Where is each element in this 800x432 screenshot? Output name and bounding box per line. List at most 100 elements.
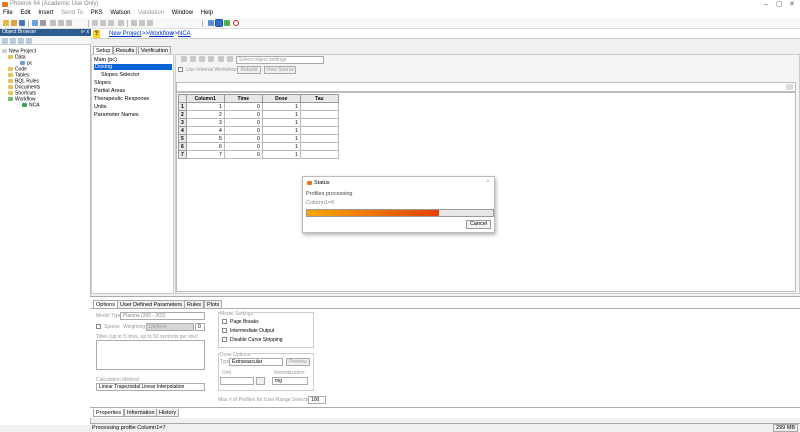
preview-button[interactable]: Preview bbox=[286, 358, 310, 366]
unit-input[interactable] bbox=[220, 377, 254, 385]
normalization-label: Normalization bbox=[274, 370, 305, 376]
tab-rules[interactable]: Rules bbox=[184, 300, 205, 308]
copy-icon[interactable] bbox=[100, 20, 106, 26]
print-icon[interactable] bbox=[50, 20, 56, 26]
tab-information[interactable]: Information bbox=[124, 409, 158, 417]
sparse-checkbox[interactable] bbox=[96, 324, 101, 329]
delete-icon[interactable] bbox=[208, 56, 214, 62]
layout-icon[interactable] bbox=[215, 19, 223, 27]
tab-verification[interactable]: Verification bbox=[138, 46, 171, 54]
nav-partial-areas[interactable]: Partial Areas bbox=[94, 88, 125, 94]
intermediate-output-checkbox[interactable] bbox=[222, 328, 227, 333]
delete-icon[interactable] bbox=[147, 20, 153, 26]
save-icon[interactable] bbox=[19, 20, 25, 26]
tab-results[interactable]: Results bbox=[113, 46, 138, 54]
cut-icon[interactable] bbox=[92, 20, 98, 26]
menu-validation[interactable]: Validation bbox=[135, 9, 167, 18]
paste-icon[interactable] bbox=[108, 20, 114, 26]
link-icon[interactable] bbox=[18, 38, 24, 44]
nav-dosing[interactable]: Dosing bbox=[94, 64, 172, 70]
paste-icon[interactable] bbox=[199, 56, 205, 62]
title-textarea[interactable] bbox=[96, 340, 205, 370]
tab-user-defined-parameters[interactable]: User Defined Parameters bbox=[117, 300, 186, 308]
nav-therapeutic-response[interactable]: Therapeutic Response bbox=[94, 96, 149, 102]
max-profiles-input[interactable]: 100 bbox=[308, 396, 326, 404]
tab-plots[interactable]: Plots bbox=[204, 300, 223, 308]
column-header[interactable]: Dose bbox=[261, 94, 301, 103]
nav-main[interactable]: Main (pc) bbox=[94, 57, 117, 63]
breadcrumb-nca[interactable]: NCA bbox=[178, 30, 191, 38]
export-icon[interactable] bbox=[40, 20, 46, 26]
tab-options[interactable]: Options bbox=[93, 300, 118, 308]
import-icon[interactable] bbox=[32, 20, 38, 26]
table-row: 7701 bbox=[178, 150, 339, 159]
expand-icon[interactable] bbox=[10, 38, 16, 44]
nav-units[interactable]: Units bbox=[94, 104, 107, 110]
filter-icon[interactable] bbox=[26, 38, 32, 44]
column-header[interactable]: Column1 bbox=[185, 94, 225, 103]
menu-edit[interactable]: Edit bbox=[17, 9, 33, 18]
formula-bar[interactable] bbox=[176, 82, 796, 92]
tab-history[interactable]: History bbox=[156, 409, 180, 417]
new-project-icon[interactable] bbox=[3, 20, 9, 26]
open-folder-icon[interactable] bbox=[11, 20, 17, 26]
tab-properties[interactable]: Properties bbox=[93, 409, 125, 417]
nav-slopes[interactable]: Slopes bbox=[94, 80, 111, 86]
object-settings-select[interactable]: Select object settings bbox=[236, 56, 324, 64]
tab-setup[interactable]: Setup bbox=[93, 46, 114, 54]
stop-icon[interactable] bbox=[233, 20, 239, 26]
tree-item-data[interactable]: Data bbox=[8, 55, 26, 60]
help-icon[interactable]: ? bbox=[93, 30, 100, 38]
cancel-button[interactable]: Cancel bbox=[466, 220, 491, 229]
breadcrumb-workflow[interactable]: Workflow bbox=[149, 30, 174, 38]
page-breaks-checkbox[interactable] bbox=[222, 319, 227, 324]
link-icon[interactable] bbox=[181, 56, 187, 62]
column-header[interactable]: Tau bbox=[299, 94, 339, 103]
redo-icon[interactable] bbox=[139, 20, 145, 26]
close-button[interactable]: ✕ bbox=[789, 0, 795, 9]
execute-icon[interactable] bbox=[224, 20, 230, 26]
calc-method-select[interactable]: Linear Trapezoidal Linear Interpolation bbox=[96, 383, 205, 391]
dose-type-select[interactable]: Extravascular bbox=[229, 358, 283, 366]
menu-help[interactable]: Help bbox=[198, 9, 216, 18]
collapse-icon[interactable] bbox=[2, 38, 8, 44]
menu-bar: File Edit Insert Send To PKS Watson Vali… bbox=[0, 9, 800, 18]
close-icon[interactable]: × bbox=[486, 179, 490, 185]
minimize-button[interactable]: – bbox=[764, 0, 768, 9]
column-header[interactable]: Time bbox=[223, 94, 263, 103]
grid-icon[interactable] bbox=[118, 20, 124, 26]
use-internal-label: Use Internal Worksheet bbox=[186, 67, 239, 73]
copy-icon[interactable] bbox=[190, 56, 196, 62]
weighting-select[interactable]: Uniform bbox=[146, 323, 194, 331]
window-title: Phoenix 64 (Academic Use Only) bbox=[10, 1, 99, 7]
pin-icon[interactable]: ⊳ x bbox=[81, 29, 89, 36]
file-icon[interactable] bbox=[218, 56, 224, 62]
normalization-select[interactable]: mg bbox=[272, 377, 308, 385]
window-icon[interactable] bbox=[208, 20, 214, 26]
unit-label: Unit bbox=[222, 370, 231, 376]
menu-window[interactable]: Window bbox=[169, 9, 196, 18]
expand-icon[interactable] bbox=[786, 84, 793, 90]
model-type-select[interactable]: Plasma (200 - 202) bbox=[120, 312, 205, 320]
breadcrumb-project[interactable]: New Project bbox=[109, 30, 141, 38]
view-source-button[interactable]: View Source bbox=[264, 66, 296, 74]
menu-insert[interactable]: Insert bbox=[35, 9, 56, 18]
menu-file[interactable]: File bbox=[0, 9, 16, 18]
nav-slopes-selector[interactable]: Slopes Selector bbox=[101, 72, 140, 78]
find-icon[interactable] bbox=[66, 20, 72, 26]
disable-curve-checkbox[interactable] bbox=[222, 337, 227, 342]
menu-send-to[interactable]: Send To bbox=[58, 9, 86, 18]
settings-icon[interactable] bbox=[227, 56, 233, 62]
table-row: 2201 bbox=[178, 110, 339, 119]
maximize-button[interactable]: ▢ bbox=[776, 0, 783, 9]
unit-button[interactable] bbox=[256, 377, 265, 385]
use-internal-checkbox[interactable] bbox=[178, 67, 183, 72]
weighting-input[interactable]: 0 bbox=[195, 323, 205, 331]
menu-watson[interactable]: Watson bbox=[107, 9, 133, 18]
preview-icon[interactable] bbox=[58, 20, 64, 26]
rebuild-button[interactable]: Rebuild bbox=[237, 66, 261, 74]
menu-pks[interactable]: PKS bbox=[88, 9, 106, 18]
nav-parameter-names[interactable]: Parameter Names bbox=[94, 112, 139, 118]
tree-item-nca[interactable]: NCA bbox=[22, 103, 40, 108]
undo-icon[interactable] bbox=[131, 20, 137, 26]
